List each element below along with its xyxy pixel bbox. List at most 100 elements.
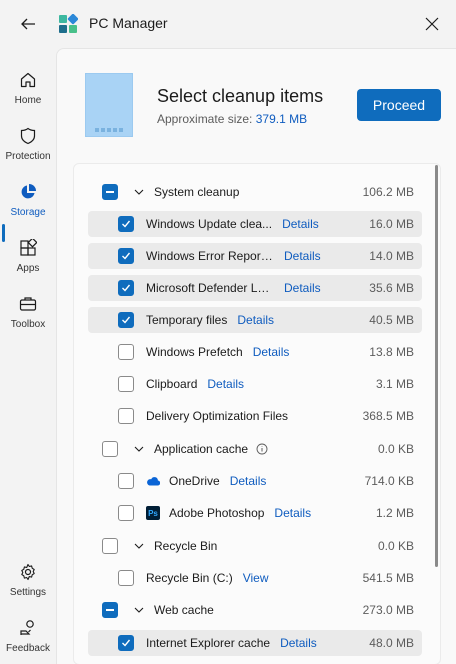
sidebar-item-label: Toolbox	[10, 319, 46, 330]
proceed-button[interactable]: Proceed	[357, 89, 441, 121]
item-name: Temporary files	[146, 313, 228, 327]
toolbox-icon	[18, 294, 38, 314]
details-link[interactable]: Details	[253, 345, 290, 359]
approximate-size: Approximate size: 379.1 MB	[157, 112, 307, 126]
item-name: Clipboard	[146, 377, 198, 391]
list-item[interactable]: Recycle Bin (C:) View 541.5 MB	[88, 565, 422, 591]
item-name: Windows Update clea...	[146, 217, 273, 231]
item-checkbox[interactable]	[118, 635, 134, 651]
shield-icon	[18, 126, 38, 146]
group-name: System cleanup	[154, 185, 240, 199]
gear-icon	[18, 562, 38, 582]
list-item[interactable]: Delivery Optimization Files 368.5 MB	[88, 403, 422, 429]
details-link[interactable]: Details	[284, 281, 321, 295]
list-item[interactable]: Windows Error Report... Details 14.0 MB	[88, 243, 422, 269]
sidebar-item-protection[interactable]: Protection	[0, 120, 56, 172]
group-checkbox[interactable]	[102, 184, 118, 200]
main-content: Select cleanup items Approximate size: 3…	[56, 48, 456, 664]
sidebar-item-toolbox[interactable]: Toolbox	[0, 288, 56, 340]
chevron-down-icon[interactable]	[132, 603, 146, 617]
list-item[interactable]: Temporary files Details 40.5 MB	[88, 307, 422, 333]
onedrive-icon	[146, 474, 160, 488]
view-link[interactable]: View	[243, 571, 269, 585]
item-size: 714.0 KB	[364, 474, 414, 488]
details-link[interactable]: Details	[207, 377, 244, 391]
close-icon	[425, 17, 439, 31]
page-title: Select cleanup items	[157, 86, 324, 106]
item-checkbox[interactable]	[118, 505, 134, 521]
item-name: Internet Explorer cache	[146, 636, 271, 650]
sidebar-item-label: Settings	[9, 587, 47, 598]
item-checkbox[interactable]	[118, 408, 134, 424]
details-link[interactable]: Details	[284, 249, 321, 263]
chevron-down-icon[interactable]	[132, 442, 146, 456]
item-checkbox[interactable]	[118, 473, 134, 489]
back-button[interactable]	[16, 12, 40, 36]
apps-icon	[18, 238, 38, 258]
list-item[interactable]: Internet Explorer cache Details 48.0 MB	[88, 630, 422, 656]
item-size: 368.5 MB	[362, 409, 414, 423]
list-item[interactable]: Windows Prefetch Details 13.8 MB	[88, 339, 422, 365]
item-checkbox[interactable]	[118, 312, 134, 328]
item-size: 541.5 MB	[362, 571, 414, 585]
list-item[interactable]: Microsoft Defender Lo... Details 35.6 MB	[88, 275, 422, 301]
list-item[interactable]: Ps Adobe Photoshop Details 1.2 MB	[88, 500, 422, 526]
sidebar-item-label: Protection	[5, 151, 51, 162]
pie-chart-icon	[18, 182, 38, 202]
sidebar-item-feedback[interactable]: Feedback	[0, 612, 56, 664]
group-row-recycle-bin: Recycle Bin 0.0 KB	[90, 533, 422, 559]
details-link[interactable]: Details	[274, 506, 311, 520]
group-checkbox[interactable]	[102, 602, 118, 618]
sidebar-item-home[interactable]: Home	[0, 64, 56, 116]
group-checkbox[interactable]	[102, 538, 118, 554]
pc-manager-logo	[59, 14, 78, 33]
item-size: 3.1 MB	[375, 377, 414, 391]
item-checkbox[interactable]	[118, 376, 134, 392]
sidebar-item-label: Home	[14, 95, 42, 106]
item-size: 48.0 MB	[369, 636, 414, 650]
item-checkbox[interactable]	[118, 248, 134, 264]
sidebar-item-settings[interactable]: Settings	[0, 556, 56, 608]
list-item[interactable]: Clipboard Details 3.1 MB	[88, 371, 422, 397]
item-size: 13.8 MB	[369, 345, 414, 359]
item-name: Microsoft Defender Lo...	[146, 281, 274, 295]
storage-drive-icon	[85, 73, 133, 137]
item-checkbox[interactable]	[118, 216, 134, 232]
group-row-web-cache: Web cache 273.0 MB	[90, 597, 422, 623]
group-size: 0.0 KB	[377, 442, 414, 456]
item-name: Adobe Photoshop	[169, 506, 265, 520]
chevron-down-icon[interactable]	[132, 185, 146, 199]
sidebar-item-label: Storage	[10, 207, 46, 218]
item-name: OneDrive	[169, 474, 220, 488]
info-icon[interactable]	[256, 443, 268, 455]
item-checkbox[interactable]	[118, 570, 134, 586]
group-row-system-cleanup: System cleanup 106.2 MB	[90, 179, 422, 205]
item-checkbox[interactable]	[118, 280, 134, 296]
app-title: PC Manager	[89, 15, 168, 31]
list-item[interactable]: Windows Update clea... Details 16.0 MB	[88, 211, 422, 237]
back-arrow-icon	[21, 18, 35, 30]
list-item[interactable]: OneDrive Details 714.0 KB	[88, 468, 422, 494]
photoshop-icon-glyph: Ps	[148, 508, 158, 518]
item-size: 16.0 MB	[369, 217, 414, 231]
close-button[interactable]	[420, 12, 444, 36]
item-size: 40.5 MB	[369, 313, 414, 327]
sidebar-item-storage[interactable]: Storage	[0, 176, 56, 228]
group-name: Web cache	[154, 603, 214, 617]
list-scrollbar[interactable]	[435, 165, 438, 567]
item-size: 35.6 MB	[369, 281, 414, 295]
item-name: Recycle Bin (C:)	[146, 571, 233, 585]
details-link[interactable]: Details	[237, 313, 274, 327]
sidebar-item-apps[interactable]: Apps	[0, 232, 56, 284]
cleanup-items-list[interactable]: System cleanup 106.2 MB Windows Update c…	[73, 163, 441, 664]
details-link[interactable]: Details	[282, 217, 319, 231]
group-row-application-cache: Application cache 0.0 KB	[90, 436, 422, 462]
details-link[interactable]: Details	[230, 474, 267, 488]
group-checkbox[interactable]	[102, 441, 118, 457]
approximate-size-value: 379.1 MB	[255, 112, 308, 126]
chevron-down-icon[interactable]	[132, 539, 146, 553]
item-checkbox[interactable]	[118, 344, 134, 360]
details-link[interactable]: Details	[280, 636, 317, 650]
home-icon	[18, 70, 38, 90]
approximate-size-label: Approximate size:	[157, 112, 253, 126]
